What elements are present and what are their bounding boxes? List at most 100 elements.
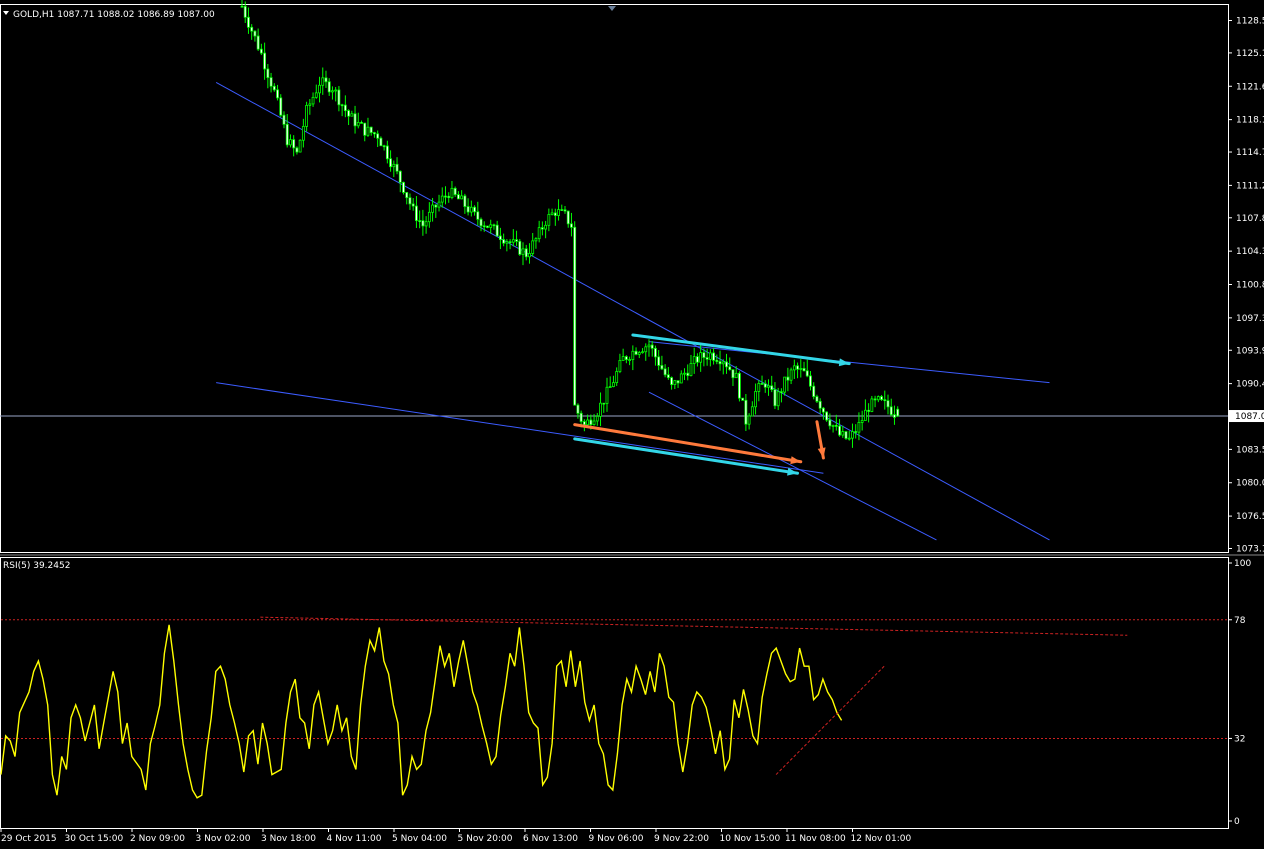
candle-body [647,344,651,348]
candle-body [308,103,312,106]
candle-body [844,431,848,439]
candle-body [589,419,593,425]
candle-body [705,357,709,360]
rsi-line [0,624,843,799]
candle-body [692,356,696,364]
candle-body [831,425,835,427]
candle-body [686,372,690,376]
candle-body [482,225,486,228]
price-tick-label: 1111.2 [1236,181,1264,191]
candle-body [563,209,567,212]
price-tick-label: 1121.6 [1236,82,1264,92]
price-plot [0,0,1228,541]
candle-body [721,361,725,365]
candle-body [886,400,890,408]
candle-body [363,122,367,136]
candle-body [301,126,305,141]
chart-window: GOLD,H1 1087.71 1088.02 1086.89 1087.00 … [0,0,1264,844]
candle-body [243,5,247,18]
candle-body [289,139,292,146]
time-tick-label: 9 Nov 22:00 [654,834,709,844]
time-tick-label: 2 Nov 09:00 [130,834,185,844]
candle-body [450,187,454,199]
candle-body [492,224,496,227]
candle-body [379,137,383,147]
candle-body [511,239,515,243]
candle-body [802,368,806,372]
candle-body [444,195,447,198]
candle-body [473,206,476,213]
candle-body [547,214,551,226]
candle-body [854,431,858,433]
rsi-tick-label: 78 [1234,616,1246,626]
candle-body [566,210,570,225]
candle-body [295,147,299,153]
candle-body [402,181,405,193]
candle-body [385,145,389,160]
candle-body [799,368,803,370]
candle-body [786,376,790,381]
candle-body [715,359,719,362]
candle-body [560,209,564,211]
candle-body [666,374,670,379]
candle-body [505,241,509,244]
candle-body [398,170,402,183]
trend-arrows [573,333,851,476]
candle-body [893,414,896,418]
candle-body [544,224,548,230]
candle-body [605,386,609,404]
price-tick-label: 1128.5 [1236,17,1264,27]
candle-body [502,239,506,244]
candle-body [738,372,741,399]
candle-body [476,211,480,220]
candle-body [818,400,822,409]
candle-body [634,350,638,355]
candle-body [515,239,518,242]
candle-body [376,133,380,139]
candle-body [712,352,715,361]
candle-body [353,113,357,127]
candle-body [805,370,809,377]
candle-body [253,30,257,37]
candle-body [615,371,619,384]
candle-body [431,204,434,213]
price-tick-label: 1125.1 [1236,49,1264,59]
candle-body [812,385,816,397]
time-tick-label: 12 Nov 01:00 [851,834,912,844]
candle-body [411,203,415,207]
candle-body [896,408,900,417]
price-axis: 1128.5 1125.1 1121.6 1118.1 1114.7 1111.2 1107… [1228,17,1264,555]
candle-body [540,227,544,230]
time-tick-label: 5 Nov 04:00 [392,834,447,844]
candle-body [269,77,273,87]
candle-body [537,227,541,240]
time-tick-label: 29 Oct 2015 [1,834,57,844]
candle-body [708,352,712,360]
shift-marker-icon[interactable] [608,6,616,11]
candle-body [718,361,722,365]
candle-body [350,113,354,117]
rsi-panel-frame [0,557,1229,829]
candle-body [650,344,654,349]
candle-body [318,84,321,94]
candle-body [327,81,331,93]
rsi-tick-label: 100 [1234,559,1251,569]
candle-body [343,104,347,112]
candle-body [841,431,845,436]
candle-body [256,35,260,50]
candle-body [495,224,499,237]
price-tick-label: 1080.0 [1236,479,1264,489]
candle-body [809,375,812,387]
candle-body [663,368,667,376]
current-price-marker: 1087.0 [1229,410,1264,423]
candle-body [744,399,748,425]
candle-body [728,366,732,371]
time-axis: 29 Oct 2015 30 Oct 15:00 2 Nov 09:00 3 Nov … [0,828,912,844]
candle-body [508,241,512,244]
candle-body [873,398,877,401]
menu-triangle-icon[interactable] [3,11,9,15]
candle-body [796,365,799,370]
price-tick-label: 1114.7 [1236,148,1264,158]
rsi-tick-label: 32 [1234,734,1245,744]
candle-body [521,248,525,255]
